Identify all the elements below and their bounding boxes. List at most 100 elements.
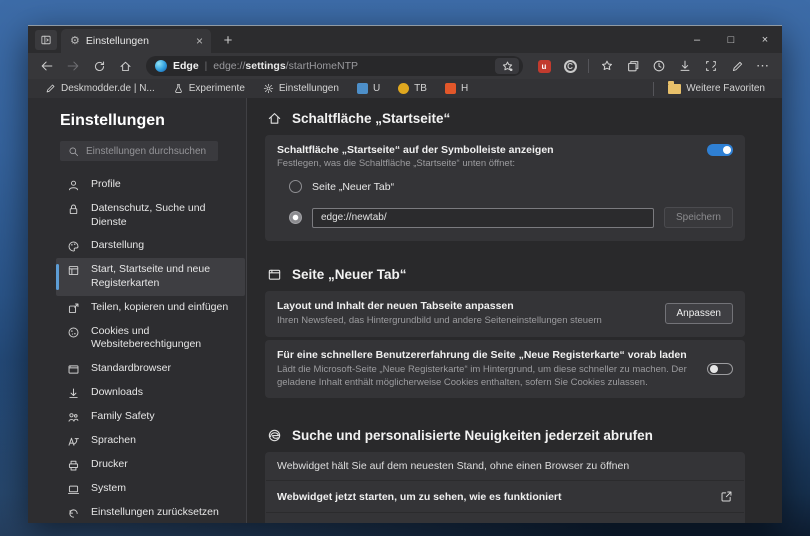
section-header-neuer-tab: Seite „Neuer Tab“ [267, 267, 745, 282]
setting-description: Ihren Newsfeed, das Hintergrundbild und … [277, 315, 602, 326]
star-add-icon [602, 60, 612, 71]
setting-description: Lädt die Microsoft-Seite „Neue Registerk… [277, 363, 687, 388]
sidebar-item-datenschutz[interactable]: Datenschutz, Suche und Dienste [56, 197, 245, 234]
preload-new-tab-toggle[interactable] [707, 363, 733, 376]
annotate-button[interactable] [726, 56, 748, 76]
sidebar-item-drucker[interactable]: Drucker [56, 453, 245, 477]
web-capture-button[interactable] [700, 56, 722, 76]
card-startseite: Schaltfläche „Startseite“ auf der Symbol… [265, 135, 745, 241]
address-bar[interactable]: Edge | edge://settings/startHomeNTP [146, 56, 523, 76]
radio-custom-url[interactable] [289, 211, 302, 224]
new-tab-button[interactable]: + [217, 29, 239, 51]
radio-label: Seite „Neuer Tab“ [312, 180, 395, 193]
sidebar-item-label: Darstellung [91, 239, 145, 252]
tab-einstellungen[interactable]: ⚙ Einstellungen × [61, 29, 211, 53]
favorite-label: Einstellungen [278, 83, 339, 94]
sidebar-item-label: Standardbrowser [91, 361, 171, 374]
tab-close-icon[interactable]: × [194, 34, 205, 48]
home-button[interactable] [114, 56, 136, 76]
sidebar-item-profile[interactable]: Profile [56, 173, 245, 197]
favorite-tb[interactable]: TB [391, 79, 434, 98]
edge-logo-icon [268, 430, 281, 442]
settings-page: Einstellungen Profile Datenschutz, Suche… [28, 98, 782, 523]
favicon-u [356, 83, 368, 94]
history-button[interactable] [648, 56, 670, 76]
save-button[interactable]: Speichern [663, 207, 733, 228]
more-favorites-label: Weitere Favoriten [686, 83, 765, 94]
home-url-input[interactable] [312, 207, 654, 228]
extension-red-button[interactable]: u [533, 56, 555, 76]
extension-c-button[interactable]: C [559, 56, 581, 76]
sidebar-item-zuruecksetzen[interactable]: Einstellungen zurücksetzen [56, 501, 245, 523]
search-input[interactable] [86, 145, 206, 157]
flask-icon [174, 84, 182, 93]
sidebar-item-start-startseite[interactable]: Start, Startseite und neue Registerkarte… [56, 258, 245, 296]
section-header-startseite: Schaltfläche „Startseite“ [267, 111, 745, 126]
toolbar-divider [588, 59, 589, 73]
laptop-icon [67, 485, 80, 494]
sidebar-item-sprachen[interactable]: Sprachen [56, 429, 245, 453]
favorites-settings-button[interactable] [495, 58, 519, 74]
tab-page-icon [268, 269, 281, 280]
add-favorite-button[interactable] [596, 56, 618, 76]
favorite-label: Deskmodder.de | N... [61, 83, 155, 94]
refresh-icon [94, 61, 104, 71]
cookies-icon [68, 327, 79, 338]
favicon-h [444, 83, 456, 94]
back-button[interactable] [36, 56, 58, 76]
sidebar-item-label: Sprachen [91, 433, 136, 446]
sidebar-item-cookies[interactable]: Cookies und Websiteberechtigungen [56, 320, 245, 357]
toggle-knob [723, 146, 731, 154]
external-link-button[interactable] [720, 490, 733, 503]
anpassen-button[interactable]: Anpassen [664, 303, 733, 325]
home-icon [120, 61, 130, 71]
radio-new-tab-page[interactable] [289, 180, 302, 193]
downloads-button[interactable] [674, 56, 696, 76]
sidebar-item-family-safety[interactable]: Family Safety [56, 405, 245, 429]
favorite-h[interactable]: H [438, 79, 475, 98]
card-layout-anpassen: Layout und Inhalt der neuen Tabseite anp… [265, 291, 745, 337]
forward-button[interactable] [62, 56, 84, 76]
collections-button[interactable] [622, 56, 644, 76]
setting-description: Festlegen, was die Schaltfläche „Startse… [277, 158, 515, 169]
favorite-einstellungen[interactable]: Einstellungen [256, 79, 346, 98]
sidebar-item-downloads[interactable]: Downloads [56, 381, 245, 405]
favorite-experimente[interactable]: Experimente [166, 79, 252, 98]
download-icon [680, 60, 690, 71]
settings-search[interactable] [60, 141, 218, 161]
appearance-icon [68, 241, 79, 252]
download-icon [69, 388, 78, 398]
more-favorites-button[interactable]: Weitere Favoriten [661, 79, 772, 98]
extension-red-icon: u [537, 59, 551, 73]
sidebar-item-label: Cookies und Websiteberechtigungen [91, 324, 202, 351]
webwidget-info-text: Webwidget hält Sie auf dem neuesten Stan… [277, 460, 630, 473]
sidebar-item-teilen[interactable]: Teilen, kopieren und einfügen [56, 296, 245, 320]
favorite-label: H [460, 83, 469, 94]
start-page-icon [68, 266, 79, 276]
address-separator: | [204, 60, 208, 72]
collections-icon [628, 61, 639, 72]
history-clock-icon [653, 60, 665, 72]
external-link-icon [721, 491, 732, 502]
person-icon [68, 180, 79, 191]
minimize-button[interactable]: – [680, 26, 714, 53]
lock-icon [69, 204, 78, 215]
page-title: Einstellungen [60, 112, 165, 129]
favorite-label: U [372, 83, 381, 94]
sidebar-item-standardbrowser[interactable]: Standardbrowser [56, 357, 245, 381]
more-menu-button[interactable]: ⋯ [752, 56, 774, 76]
favorite-u[interactable]: U [350, 79, 387, 98]
favorite-deskmodder[interactable]: Deskmodder.de | N... [38, 79, 162, 98]
pen-icon [732, 61, 742, 71]
tab-actions-button[interactable] [35, 30, 57, 50]
show-home-button-toggle[interactable] [707, 144, 733, 156]
refresh-button[interactable] [88, 56, 110, 76]
maximize-button[interactable]: □ [714, 26, 748, 53]
sidebar-item-darstellung[interactable]: Darstellung [56, 234, 245, 258]
webwidget-start-label: Webwidget jetzt starten, um zu sehen, wi… [277, 490, 562, 503]
close-button[interactable]: × [748, 26, 782, 53]
back-arrow-icon [41, 61, 53, 71]
sidebar-item-label: Datenschutz, Suche und Dienste [91, 202, 206, 228]
sidebar-item-system[interactable]: System [56, 477, 245, 501]
section-header-webwidget: Suche und personalisierte Neuigkeiten je… [267, 428, 745, 443]
